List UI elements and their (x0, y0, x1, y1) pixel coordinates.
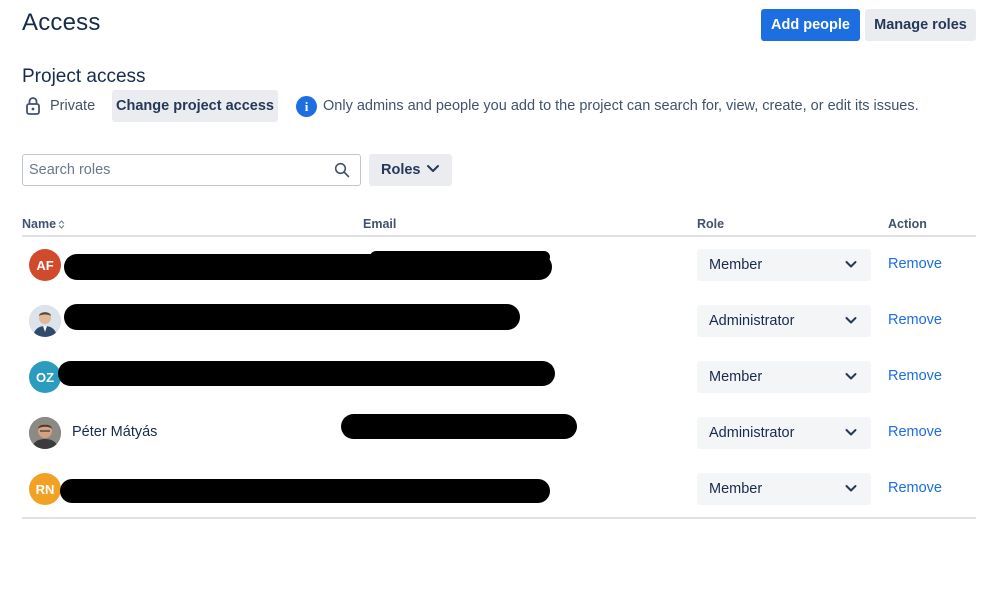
user-photo-icon (29, 305, 61, 337)
sort-icon (58, 219, 65, 229)
column-header-name[interactable]: Name (22, 217, 65, 231)
remove-link[interactable]: Remove (888, 424, 942, 440)
remove-link[interactable]: Remove (888, 480, 942, 496)
info-message: Only admins and people you add to the pr… (323, 98, 919, 114)
search-roles-field[interactable] (22, 154, 361, 186)
roles-filter-label: Roles (381, 162, 421, 178)
page-title: Access (22, 9, 101, 36)
role-select[interactable]: Member (697, 361, 871, 393)
remove-link[interactable]: Remove (888, 312, 942, 328)
table-row: Péter Mátyás Administrator Remove (22, 405, 976, 461)
chevron-down-icon (427, 165, 439, 172)
redaction-mark (64, 304, 520, 330)
search-icon[interactable] (334, 162, 350, 178)
manage-roles-button[interactable]: Manage roles (865, 9, 976, 41)
table-row: OZ Member Remove (22, 349, 976, 405)
search-input[interactable] (29, 160, 329, 180)
column-header-email: Email (363, 217, 397, 231)
role-select[interactable]: Member (697, 249, 871, 281)
add-people-button[interactable]: Add people (761, 9, 860, 41)
table-row: Administrator Remove (22, 293, 976, 349)
user-name: Péter Mátyás (72, 424, 158, 440)
table-row: AF Member Remove (22, 237, 976, 293)
chevron-down-icon (845, 373, 857, 380)
table-row: RN Member Remove (22, 461, 976, 517)
avatar (29, 417, 61, 449)
table-footer-divider (22, 517, 976, 519)
redaction-mark (341, 414, 577, 439)
avatar: RN (29, 473, 61, 505)
redaction-mark (60, 479, 550, 503)
roles-filter-dropdown[interactable]: Roles (369, 154, 452, 186)
user-photo-icon (29, 417, 61, 449)
chevron-down-icon (845, 317, 857, 324)
avatar: OZ (29, 361, 61, 393)
role-select[interactable]: Administrator (697, 305, 871, 337)
redaction-mark (370, 251, 550, 263)
chevron-down-icon (845, 485, 857, 492)
role-select[interactable]: Member (697, 473, 871, 505)
remove-link[interactable]: Remove (888, 368, 942, 384)
avatar: AF (29, 249, 61, 281)
redaction-mark (58, 361, 555, 386)
role-select[interactable]: Administrator (697, 417, 871, 449)
lock-icon (26, 97, 40, 115)
column-header-role: Role (697, 217, 725, 231)
chevron-down-icon (845, 429, 857, 436)
change-project-access-button[interactable]: Change project access (112, 90, 278, 122)
section-title-project-access: Project access (22, 66, 146, 87)
info-icon: i (296, 96, 317, 117)
chevron-down-icon (845, 261, 857, 268)
visibility-label: Private (50, 98, 96, 114)
remove-link[interactable]: Remove (888, 256, 942, 272)
avatar (29, 305, 61, 337)
column-header-action: Action (888, 217, 927, 231)
